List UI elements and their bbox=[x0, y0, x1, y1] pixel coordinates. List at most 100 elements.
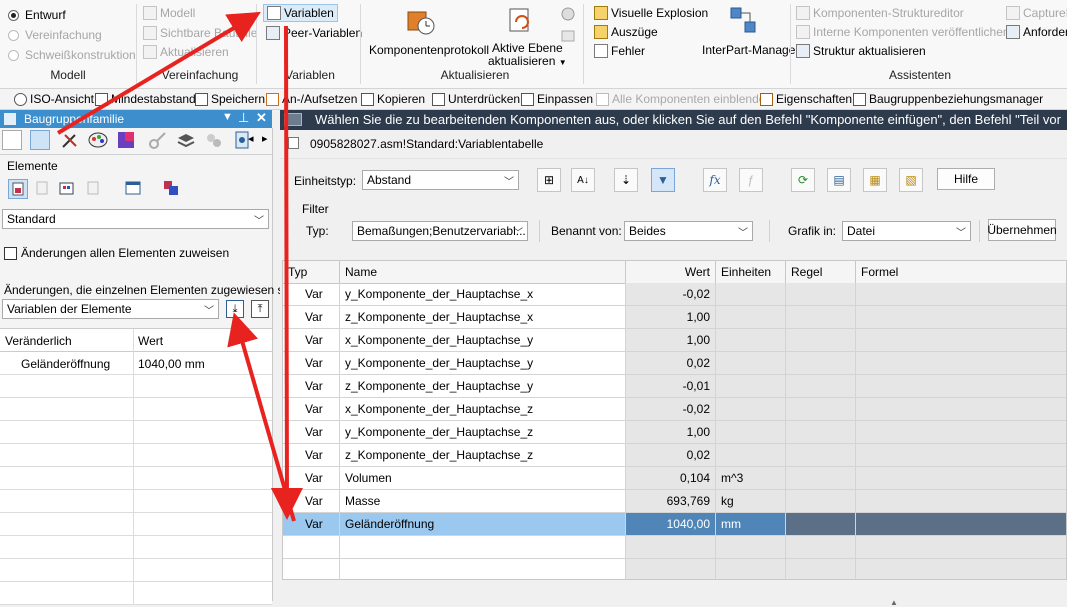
einheit-cell bbox=[716, 536, 786, 558]
tools-icon[interactable] bbox=[60, 130, 80, 150]
struktur-aktualisieren-button[interactable]: Struktur aktualisieren bbox=[796, 44, 926, 58]
alle-komponenten-einblenden-button[interactable]: Alle Komponenten einblenden bbox=[596, 91, 772, 107]
table-row[interactable]: Var y_Komponente_der_Hauptachse_z 1,00 bbox=[283, 421, 1066, 444]
add-variable-button[interactable]: ⇣ bbox=[614, 168, 638, 192]
column-header-wert[interactable]: Wert bbox=[626, 261, 716, 283]
filter-button[interactable]: ▼ bbox=[651, 168, 675, 192]
assembly-family-icon bbox=[4, 113, 16, 125]
komponentenprotokoll-button[interactable]: Komponentenprotokoll bbox=[369, 43, 489, 57]
name-cell bbox=[340, 559, 626, 579]
checkbox[interactable] bbox=[4, 246, 17, 260]
table-row[interactable]: Var x_Komponente_der_Hauptachse_z -0,02 bbox=[283, 398, 1066, 421]
table-row[interactable]: Var z_Komponente_der_Hauptachse_x 1,00 bbox=[283, 306, 1066, 329]
layers-icon[interactable] bbox=[176, 130, 196, 150]
assembly-tool-icon[interactable] bbox=[2, 130, 22, 150]
typ-select[interactable]: Bemaßungen;Benutzervariabl... ﹀ bbox=[352, 221, 528, 241]
visuelle-explosion-button[interactable]: Visuelle Explosion bbox=[594, 6, 708, 20]
table-row[interactable]: Var z_Komponente_der_Hauptachse_z 0,02 bbox=[283, 444, 1066, 467]
table-row[interactable]: Var Geländeröffnung 1040,00 mm bbox=[283, 513, 1066, 536]
import-icon[interactable]: ⤓ bbox=[226, 300, 244, 318]
einheit-cell bbox=[716, 559, 786, 579]
column-header-formel[interactable]: Formel bbox=[856, 261, 1066, 283]
variablen-button[interactable]: Variablen bbox=[263, 4, 338, 22]
export-button[interactable]: ▦ bbox=[863, 168, 887, 192]
table-row[interactable]: Var Volumen 0,104 m^3 bbox=[283, 467, 1066, 490]
appearance-icon[interactable] bbox=[88, 130, 108, 150]
einheitstyp-select[interactable]: Abstand ﹀ bbox=[362, 170, 519, 190]
scroll-right-icon[interactable]: ▸ bbox=[262, 132, 268, 145]
new-element-icon[interactable] bbox=[8, 179, 28, 199]
formula-button[interactable]: fx bbox=[703, 168, 727, 192]
fehler-button[interactable]: Fehler bbox=[594, 44, 645, 58]
table-row[interactable]: Var z_Komponente_der_Hauptachse_y -0,01 bbox=[283, 375, 1066, 398]
einpassen-button[interactable]: Einpassen bbox=[521, 91, 593, 107]
regel-cell bbox=[786, 398, 856, 420]
refresh-icon bbox=[143, 45, 157, 59]
color-icon[interactable] bbox=[116, 130, 136, 150]
speichern-button[interactable]: Speichern bbox=[195, 91, 265, 107]
column-header-veraenderlich[interactable]: Veränderlich bbox=[5, 334, 72, 348]
column-header-typ[interactable]: Typ bbox=[283, 261, 340, 283]
export-icon[interactable]: ⤒ bbox=[251, 300, 269, 318]
benannt-select[interactable]: Beides ﹀ bbox=[624, 221, 753, 241]
sort-button[interactable]: A↓ bbox=[571, 168, 595, 192]
tree-view-button[interactable]: ⊞ bbox=[537, 168, 561, 192]
resize-grip-icon[interactable]: ▲ bbox=[890, 598, 898, 607]
einheit-cell bbox=[716, 421, 786, 443]
copy-element-icon[interactable] bbox=[34, 179, 54, 199]
import-button[interactable]: ▧ bbox=[899, 168, 923, 192]
assign-all-checkbox-row[interactable]: Änderungen allen Elementen zuweisen bbox=[4, 246, 229, 260]
table-row[interactable]: Var Masse 693,769 kg bbox=[283, 490, 1066, 513]
assembly-family-panel-header: Baugruppenfamilie ▼ ⊥ ✕ bbox=[0, 110, 272, 128]
close-icon[interactable]: ✕ bbox=[256, 110, 267, 126]
table-row[interactable]: Geländeröffnung 1040,00 mm bbox=[0, 352, 272, 375]
settings-icon[interactable] bbox=[560, 6, 576, 22]
peer-variablen-button[interactable]: Peer-Variablen bbox=[266, 26, 362, 40]
table-row[interactable]: Var y_Komponente_der_Hauptachse_x -0,02 bbox=[283, 283, 1066, 306]
sichtbare-bauteile-button[interactable]: Sichtbare Bauteile bbox=[143, 26, 257, 40]
refresh-button[interactable]: ⟳ bbox=[791, 168, 815, 192]
option-vereinfachung[interactable]: Vereinfachung bbox=[8, 28, 102, 42]
standard-select[interactable]: Standard ﹀ bbox=[2, 209, 269, 229]
baugruppenbeziehungsmanager-button[interactable]: Baugruppenbeziehungsmanager bbox=[853, 91, 1043, 107]
komponenten-struktureditor-button[interactable]: Komponenten-Struktureditor bbox=[796, 6, 964, 20]
member-table-icon[interactable] bbox=[58, 179, 78, 199]
grafik-select[interactable]: Datei ﹀ bbox=[842, 221, 971, 241]
element-variants-icon[interactable] bbox=[162, 179, 182, 199]
dropdown-arrow-icon[interactable]: ▼ bbox=[222, 111, 233, 123]
vereinfachung-aktualisieren-button[interactable]: Aktualisieren bbox=[143, 45, 229, 59]
capturefit-button[interactable]: CaptureFit bbox=[1006, 6, 1067, 20]
pin-icon[interactable]: ⊥ bbox=[238, 110, 249, 126]
column-header-einheiten[interactable]: Einheiten bbox=[716, 261, 786, 283]
kopieren-button[interactable]: Kopieren bbox=[361, 91, 425, 107]
table-row[interactable]: Var y_Komponente_der_Hauptachse_y 0,02 bbox=[283, 352, 1066, 375]
print-button[interactable]: ▤ bbox=[827, 168, 851, 192]
hilfe-button[interactable]: Hilfe bbox=[937, 168, 995, 190]
formula-disabled-button[interactable]: ƒ bbox=[739, 168, 763, 192]
column-header-wert[interactable]: Wert bbox=[138, 334, 163, 348]
an-aufsetzen-button[interactable]: An-/Aufsetzen bbox=[266, 91, 357, 107]
eigenschaften-button[interactable]: Eigenschaften bbox=[760, 91, 852, 107]
table-row[interactable]: Var x_Komponente_der_Hauptachse_y 1,00 bbox=[283, 329, 1066, 352]
column-header-name[interactable]: Name bbox=[340, 261, 626, 283]
anforderungen-button[interactable]: Anforderu bbox=[1006, 25, 1067, 39]
unterdruecken-button[interactable]: Unterdrücken bbox=[432, 91, 520, 107]
option-entwurf[interactable]: Entwurf bbox=[8, 8, 66, 22]
column-header-regel[interactable]: Regel bbox=[786, 261, 856, 283]
mindestabstand-button[interactable]: Mindestabstand bbox=[95, 91, 196, 107]
modell-button[interactable]: Modell bbox=[143, 6, 195, 20]
key-icon[interactable] bbox=[148, 130, 168, 150]
element-table-icon[interactable] bbox=[124, 179, 144, 199]
iso-view-button[interactable]: ISO-Ansicht bbox=[14, 91, 94, 107]
auszuege-button[interactable]: Auszüge bbox=[594, 25, 658, 39]
relations-icon[interactable] bbox=[204, 130, 224, 150]
element-variables-select[interactable]: Variablen der Elemente ﹀ bbox=[2, 299, 219, 319]
delete-element-icon[interactable] bbox=[84, 179, 104, 199]
interpart-manager-button[interactable]: InterPart-Manager bbox=[702, 43, 799, 57]
option-schweisskonstruktion[interactable]: Schweißkonstruktion bbox=[8, 48, 136, 62]
uebernehmen-button[interactable]: Übernehmen bbox=[987, 219, 1057, 241]
scroll-left-icon[interactable]: ◂ bbox=[248, 132, 254, 145]
interne-komponenten-button[interactable]: Interne Komponenten veröffentlichen ▼ bbox=[796, 25, 1021, 39]
family-tool-icon[interactable] bbox=[30, 130, 50, 150]
aktive-ebene-aktualisieren-button[interactable]: Aktive Ebene aktualisieren ▼ bbox=[488, 42, 567, 69]
